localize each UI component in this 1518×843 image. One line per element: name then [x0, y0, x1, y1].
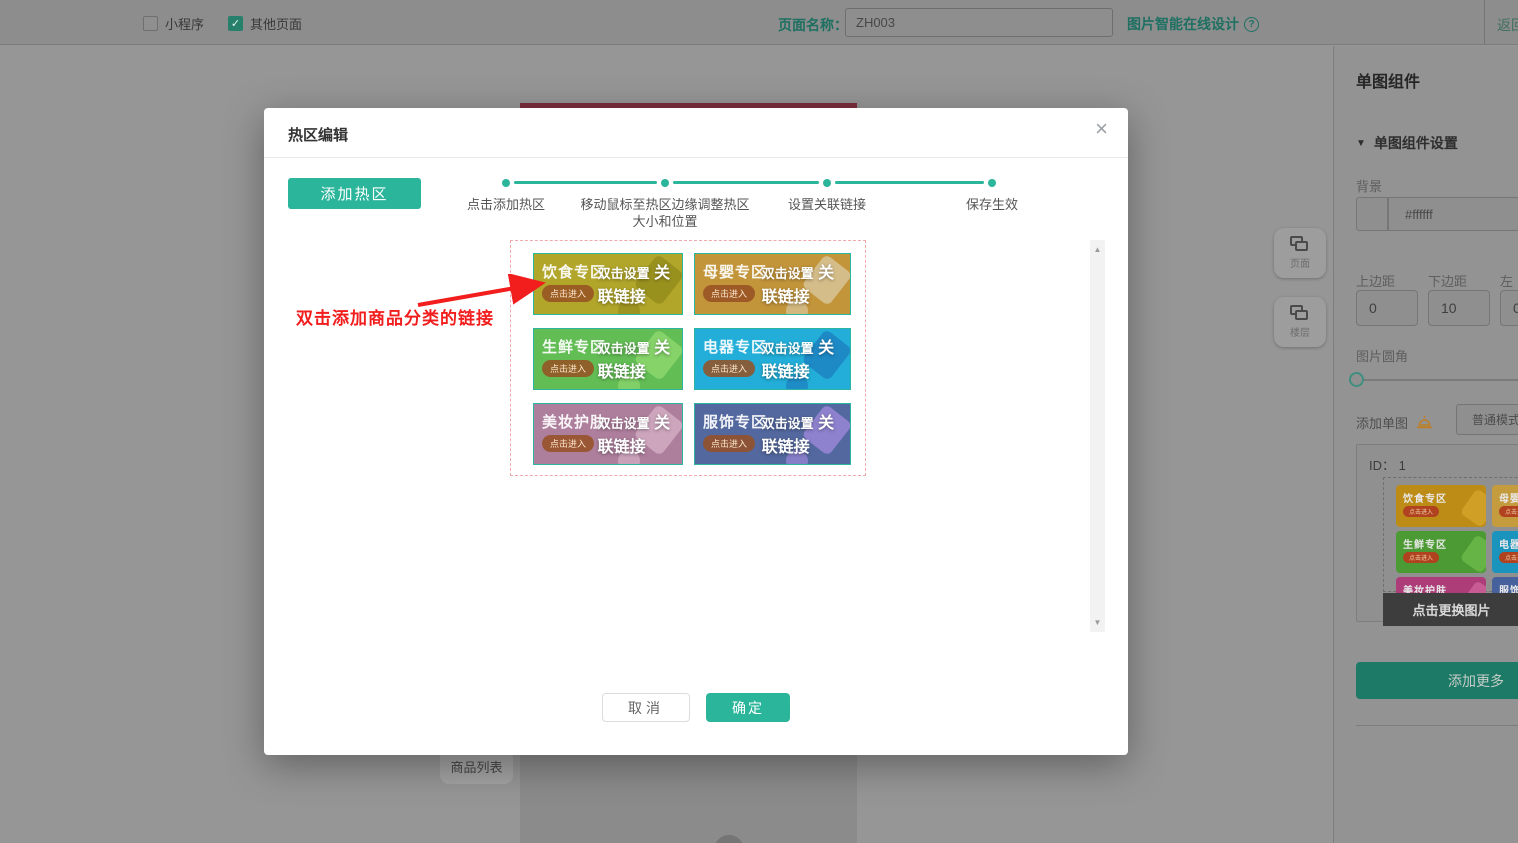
topbar-divider: [1484, 0, 1485, 45]
background-color-input[interactable]: #ffffff: [1388, 197, 1518, 231]
hotspot-tile-baby[interactable]: 母婴专区 点击进入 双击设置 关联链接: [694, 253, 851, 315]
hotspot-edit-modal: 热区编辑 × 添加热区 点击添加热区 移动鼠标至热区边缘调整热区大小和位置 设置…: [264, 108, 1128, 755]
margin-bottom-label: 下边距: [1428, 271, 1467, 290]
hotspot-image-area[interactable]: 饮食专区 点击进入 双击设置 关联链接 母婴专区 点击进入 双击设置 关联链接: [510, 240, 866, 476]
add-single-image-label: 添加单图: [1356, 413, 1408, 432]
app-root: 小程序 ✓ 其他页面 页面名称： 图片智能在线设计 ? 返回 商品列表 页面 楼…: [0, 0, 1518, 843]
step-label-2: 移动鼠标至热区边缘调整热区大小和位置: [580, 196, 750, 230]
step-line: [514, 181, 657, 184]
scroll-up-icon[interactable]: ▲: [1090, 245, 1105, 254]
hotspot-hint-overlay: 双击设置 关联链接: [598, 334, 682, 382]
settings-title: 单图组件设置: [1374, 133, 1458, 153]
enter-badge: 点击进入: [703, 360, 755, 377]
step-line: [673, 181, 819, 184]
hotspot-tile-beauty[interactable]: 美妆护肤 点击进入 双击设置 关联链接: [533, 403, 683, 465]
cancel-button[interactable]: 取消: [602, 693, 690, 722]
tile-decoration: [1460, 488, 1486, 527]
annotation-arrow-icon: [414, 274, 554, 310]
mini-program-label: 小程序: [165, 14, 204, 33]
sidebar: 单图组件 ▼ 单图组件设置 背景 #ffffff 上边距 下边距 左边距 0 1…: [1333, 46, 1518, 843]
step-dot-2: [661, 179, 669, 187]
alarm-icon: [1416, 415, 1433, 430]
background-label: 背景: [1356, 176, 1382, 195]
modal-title: 热区编辑: [288, 124, 348, 145]
mini-program-checkbox-group[interactable]: 小程序: [143, 14, 204, 33]
step-line: [835, 181, 984, 184]
other-pages-checkbox[interactable]: ✓: [228, 16, 243, 31]
enter-badge: 点击进入: [1403, 506, 1439, 517]
thumb-tile-food: 饮食专区 点击进入: [1396, 485, 1486, 527]
radius-slider-handle[interactable]: [1349, 372, 1364, 387]
confirm-button[interactable]: 确定: [706, 693, 790, 722]
normal-mode-button[interactable]: 普通模式: [1456, 404, 1518, 435]
modal-header-divider: [264, 157, 1128, 158]
image-radius-label: 图片圆角: [1356, 346, 1408, 365]
mini-program-checkbox[interactable]: [143, 16, 158, 31]
preview-circle-decoration: [714, 835, 744, 843]
thumb-tile-baby: 母婴专区 点击进入: [1492, 485, 1518, 527]
online-design-link[interactable]: 图片智能在线设计 ?: [1127, 14, 1259, 34]
component-id-value: 1: [1399, 458, 1406, 473]
floor-nav-label: 楼层: [1290, 324, 1310, 339]
step-label-1: 点击添加热区: [467, 196, 545, 213]
chevron-down-icon: ▼: [1356, 138, 1366, 149]
page-name-input[interactable]: [845, 8, 1113, 37]
add-more-button[interactable]: 添加更多: [1356, 662, 1518, 699]
page-name-label: 页面名称：: [778, 15, 848, 35]
settings-collapse-header[interactable]: ▼ 单图组件设置: [1356, 133, 1458, 153]
step-dot-3: [823, 179, 831, 187]
back-button[interactable]: 返回: [1497, 15, 1518, 35]
enter-badge: 点击进入: [1499, 552, 1518, 563]
component-id-label: ID： 1: [1369, 455, 1406, 474]
other-pages-label: 其他页面: [250, 14, 302, 33]
floor-nav-button[interactable]: 楼层: [1274, 297, 1326, 347]
step-label-3: 设置关联链接: [788, 196, 866, 213]
layers-icon: [1290, 305, 1310, 323]
background-color-swatch[interactable]: [1356, 197, 1388, 231]
step-dot-1: [502, 179, 510, 187]
close-icon[interactable]: ×: [1095, 118, 1108, 140]
layers-icon: [1290, 236, 1310, 254]
change-image-button[interactable]: 点击更换图片: [1383, 593, 1518, 626]
margin-left-input[interactable]: 0: [1500, 290, 1518, 326]
enter-badge: 点击进入: [1403, 552, 1439, 563]
add-single-image-row: 添加单图: [1356, 413, 1433, 432]
page-nav-label: 页面: [1290, 255, 1310, 270]
step-dot-4: [988, 179, 996, 187]
modal-scrollbar[interactable]: ▲ ▼: [1090, 240, 1105, 632]
tile-decoration: [1460, 534, 1486, 573]
margin-top-input[interactable]: 0: [1356, 290, 1418, 326]
enter-badge: 点击进入: [1499, 506, 1518, 517]
help-icon[interactable]: ?: [1244, 17, 1259, 32]
online-design-label: 图片智能在线设计: [1127, 14, 1239, 34]
component-id-box: ID： 1 饮食专区 点击进入 母婴专区 点击进入 生鲜专区 点击进入 电器专区: [1356, 444, 1518, 622]
page-nav-button[interactable]: 页面: [1274, 228, 1326, 278]
other-pages-checkbox-group[interactable]: ✓ 其他页面: [228, 14, 302, 33]
enter-badge: 点击进入: [542, 360, 594, 377]
step-label-4: 保存生效: [966, 196, 1018, 213]
enter-badge: 点击进入: [703, 435, 755, 452]
hotspot-tile-fashion[interactable]: 服饰专区 点击进入 双击设置 关联链接: [694, 403, 851, 465]
margin-bottom-input[interactable]: 10: [1428, 290, 1490, 326]
hotspot-hint-overlay: 双击设置 关联链接: [762, 334, 850, 382]
hotspot-hint-overlay: 双击设置 关联链接: [598, 409, 682, 457]
sidebar-title: 单图组件: [1356, 68, 1420, 92]
topbar: 小程序 ✓ 其他页面 页面名称： 图片智能在线设计 ? 返回: [0, 0, 1518, 45]
hotspot-tile-electronics[interactable]: 电器专区 点击进入 双击设置 关联链接: [694, 328, 851, 390]
hotspot-hint-overlay: 双击设置 关联链接: [762, 259, 850, 307]
scroll-down-icon[interactable]: ▼: [1090, 618, 1105, 627]
enter-badge: 点击进入: [542, 435, 594, 452]
radius-slider-track[interactable]: [1356, 379, 1518, 381]
add-hotspot-button[interactable]: 添加热区: [288, 178, 421, 209]
margin-top-label: 上边距: [1356, 271, 1395, 290]
thumb-tile-electronics: 电器专区 点击进入: [1492, 531, 1518, 573]
thumb-tile-fresh: 生鲜专区 点击进入: [1396, 531, 1486, 573]
hotspot-hint-overlay: 双击设置 关联链接: [762, 409, 850, 457]
enter-badge: 点击进入: [703, 285, 755, 302]
hotspot-tile-food[interactable]: 饮食专区 点击进入 双击设置 关联链接: [533, 253, 683, 315]
hotspot-tile-fresh[interactable]: 生鲜专区 点击进入 双击设置 关联链接: [533, 328, 683, 390]
sidebar-divider: [1356, 725, 1518, 726]
hotspot-hint-overlay: 双击设置 关联链接: [598, 259, 682, 307]
